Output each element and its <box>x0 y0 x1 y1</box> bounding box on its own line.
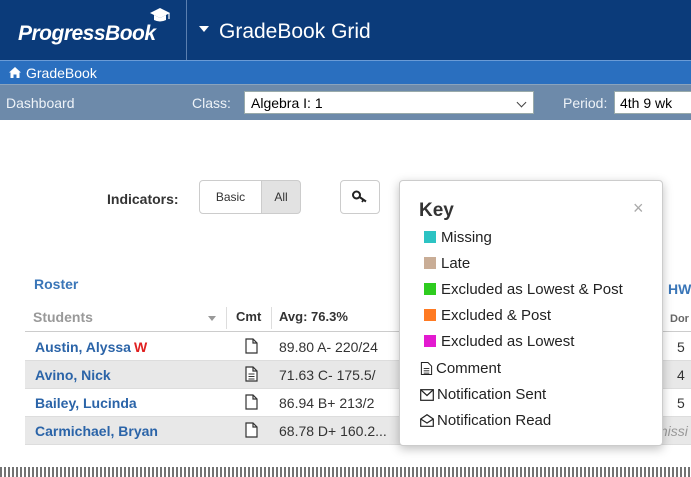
filter-bar: Dashboard Class: Algebra I: 1 Period: 4t… <box>0 84 691 120</box>
late-swatch <box>424 257 436 269</box>
hw-score[interactable]: 4 <box>677 367 685 383</box>
key-item-label: Missing <box>441 229 492 246</box>
app-header: ProgressBook GradeBook Grid <box>0 0 691 60</box>
roster-title[interactable]: Roster <box>34 276 78 292</box>
class-select[interactable]: Algebra I: 1 <box>244 91 534 114</box>
period-label: Period: <box>563 95 608 111</box>
app-menu-chevron-icon[interactable] <box>199 26 209 32</box>
excluded-lowest-post-swatch <box>424 283 436 295</box>
student-average[interactable]: 89.80 A- 220/24 <box>279 339 378 355</box>
key-item-label: Excluded as Lowest <box>441 333 575 350</box>
student-average[interactable]: 71.63 C- 175.5/ <box>279 367 376 383</box>
key-item-excluded-lowest-post: Excluded as Lowest & Post <box>424 281 623 298</box>
student-name: Austin, Alyssa <box>35 339 131 355</box>
student-name-link[interactable]: Avino, Nick <box>35 367 111 383</box>
period-select[interactable]: 4th 9 wk <box>614 91 691 114</box>
indicators-label: Indicators: <box>107 191 179 207</box>
students-column-header[interactable]: Students <box>33 309 93 325</box>
key-item-label: Notification Read <box>437 412 552 429</box>
logo-area[interactable]: ProgressBook <box>0 0 187 60</box>
missing-swatch <box>424 231 436 243</box>
app-title[interactable]: GradeBook Grid <box>219 20 371 44</box>
envelope-open-icon <box>420 414 434 427</box>
key-item-label: Comment <box>436 360 502 377</box>
student-name-link[interactable]: Austin, Alyssa W <box>35 339 147 355</box>
comment-column-header[interactable]: Cmt <box>236 309 261 324</box>
key-item-excluded-post: Excluded & Post <box>424 307 551 324</box>
dashboard-link[interactable]: Dashboard <box>6 95 75 111</box>
key-item-comment: Comment <box>420 360 501 377</box>
key-title: Key <box>419 200 454 221</box>
progressbook-logo[interactable]: ProgressBook <box>18 22 156 46</box>
chevron-down-icon <box>516 97 527 108</box>
key-item-notification-sent: Notification Sent <box>420 386 546 403</box>
key-popup: Key × Missing Late Excluded as Lowest & … <box>399 180 663 446</box>
breadcrumb-gradebook-link[interactable]: GradeBook <box>26 65 97 81</box>
student-name-link[interactable]: Bailey, Lucinda <box>35 395 137 411</box>
student-average[interactable]: 68.78 D+ 160.2... <box>279 423 387 439</box>
cropped-row-edge <box>0 467 691 477</box>
class-label: Class: <box>192 95 231 111</box>
key-item-excluded-lowest: Excluded as Lowest <box>424 333 574 350</box>
period-select-value: 4th 9 wk <box>620 95 673 111</box>
key-item-label: Notification Sent <box>437 386 547 403</box>
key-item-label: Excluded as Lowest & Post <box>441 281 623 298</box>
envelope-icon <box>420 389 434 401</box>
sort-dropdown-icon[interactable] <box>208 316 216 321</box>
hw-column-header[interactable]: HW <box>668 281 691 297</box>
excluded-lowest-swatch <box>424 335 436 347</box>
key-icon <box>352 190 367 203</box>
comment-icon[interactable] <box>245 338 258 354</box>
indicators-all-button[interactable]: All <box>261 180 301 214</box>
close-icon[interactable]: × <box>633 198 644 219</box>
column-divider <box>271 307 272 329</box>
indicators-basic-button[interactable]: Basic <box>199 180 262 214</box>
hw-subcolumn-header: Dor <box>670 313 689 325</box>
class-select-value: Algebra I: 1 <box>251 95 323 111</box>
withdrawn-flag: W <box>133 339 148 355</box>
excluded-post-swatch <box>424 309 436 321</box>
comment-icon <box>420 362 433 375</box>
column-divider <box>226 307 227 329</box>
key-item-missing: Missing <box>424 229 492 246</box>
breadcrumb: GradeBook <box>0 60 691 84</box>
average-column-header[interactable]: Avg: 76.3% <box>279 309 348 324</box>
comment-icon[interactable] <box>245 394 258 410</box>
comment-icon[interactable] <box>245 422 258 438</box>
home-icon <box>9 67 21 78</box>
hw-score[interactable]: 5 <box>677 339 685 355</box>
key-item-late: Late <box>424 255 470 272</box>
key-item-label: Late <box>441 255 471 272</box>
key-item-notification-read: Notification Read <box>420 412 551 429</box>
hw-score[interactable]: 5 <box>677 395 685 411</box>
comment-filled-icon[interactable] <box>245 366 258 382</box>
key-button[interactable] <box>340 180 380 214</box>
student-average[interactable]: 86.94 B+ 213/2 <box>279 395 374 411</box>
student-name-link[interactable]: Carmichael, Bryan <box>35 423 158 439</box>
key-item-label: Excluded & Post <box>441 307 552 324</box>
graduation-cap-icon <box>150 8 170 22</box>
